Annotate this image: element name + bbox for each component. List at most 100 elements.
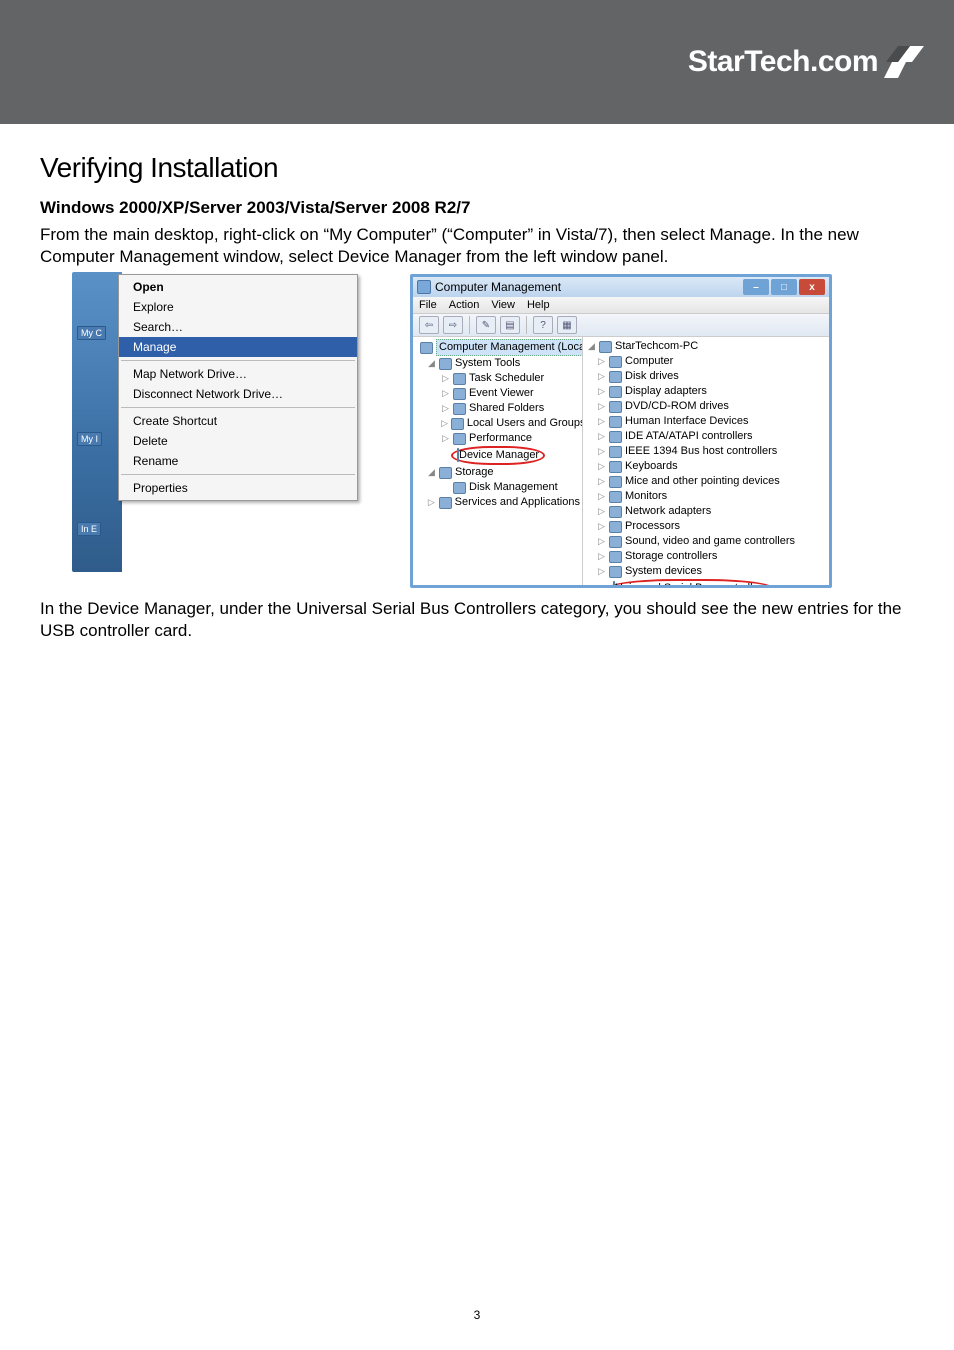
toolbar-button[interactable]: ▤ — [500, 316, 520, 334]
tree-node-icon — [609, 521, 622, 533]
close-button[interactable]: x — [799, 279, 825, 295]
toolbar-button[interactable]: ⇨ — [443, 316, 463, 334]
expand-icon[interactable]: ▷ — [597, 369, 606, 384]
context-menu-item[interactable]: Delete — [119, 431, 357, 451]
tree-node-icon — [439, 467, 452, 479]
right-tree: ◢StarTechcom-PC▷Computer▷Disk drives▷Dis… — [583, 337, 829, 585]
expand-icon[interactable]: ▷ — [441, 416, 448, 431]
logo: StarTech.com — [688, 45, 924, 79]
expand-icon[interactable]: ◢ — [587, 339, 596, 354]
expand-icon[interactable]: ▷ — [597, 564, 606, 579]
tree-row[interactable]: ▷ Sound, video and game controllers — [585, 534, 829, 549]
expand-icon[interactable]: ▷ — [597, 444, 606, 459]
tree-row[interactable]: ▷Services and Applications — [415, 495, 582, 510]
tree-node-label: Shared Folders — [469, 401, 544, 416]
tree-row[interactable]: ◢Storage — [415, 465, 582, 480]
context-menu-item[interactable]: Open — [119, 277, 357, 297]
menu-item[interactable]: File — [419, 299, 437, 311]
expand-icon[interactable]: ▷ — [597, 549, 606, 564]
minimize-button[interactable]: – — [743, 279, 769, 295]
context-menu-item[interactable]: Disconnect Network Drive… — [119, 384, 357, 404]
tree-node-icon — [451, 418, 464, 430]
tree-node-label: Performance — [469, 431, 532, 446]
tree-node-icon — [609, 491, 622, 503]
tree-node-icon — [599, 341, 612, 353]
expand-icon[interactable]: ▷ — [597, 414, 606, 429]
expand-icon[interactable]: ▷ — [441, 431, 450, 446]
expand-icon[interactable]: ▷ — [427, 495, 436, 510]
toolbar-button[interactable]: ✎ — [476, 316, 496, 334]
menu-item[interactable]: View — [491, 299, 515, 311]
context-menu-item[interactable]: Explore — [119, 297, 357, 317]
expand-icon[interactable]: ▷ — [597, 384, 606, 399]
context-menu-item[interactable]: Create Shortcut — [119, 411, 357, 431]
tree-node-label: Device Manager — [459, 449, 539, 461]
tree-node-icon — [609, 446, 622, 458]
highlight-ring: Universal Serial Bus controllers — [607, 579, 774, 585]
tree-row[interactable]: ▷Processors — [585, 519, 829, 534]
tree-row[interactable]: ▷Keyboards — [585, 459, 829, 474]
highlight-ring: Device Manager — [451, 446, 545, 465]
tree-row[interactable]: ▷IDE ATA/ATAPI controllers — [585, 429, 829, 444]
expand-icon[interactable]: ▷ — [597, 354, 606, 369]
maximize-button[interactable]: □ — [771, 279, 797, 295]
tree-row[interactable]: ▷Display adapters — [585, 384, 829, 399]
tree-row[interactable]: ▷System devices — [585, 564, 829, 579]
page-content: Verifying Installation Windows 2000/XP/S… — [0, 124, 954, 642]
expand-icon[interactable]: ▷ — [597, 429, 606, 444]
context-menu-item[interactable]: Rename — [119, 451, 357, 471]
tree-row[interactable]: ▷Local Users and Groups — [415, 416, 582, 431]
expand-icon[interactable]: ◢ — [427, 465, 436, 480]
tree-row[interactable]: ▷ Shared Folders — [415, 401, 582, 416]
expand-icon[interactable]: ▷ — [597, 519, 606, 534]
menu-item[interactable]: Help — [527, 299, 550, 311]
tree-row[interactable]: ▷DVD/CD-ROM drives — [585, 399, 829, 414]
tree-row[interactable]: ▷ Performance — [415, 431, 582, 446]
tree-node-label: Sound, video and game controllers — [625, 534, 795, 549]
expand-icon[interactable]: ◢ — [427, 356, 436, 371]
tree-row[interactable]: Device Manager — [415, 446, 582, 465]
expand-icon[interactable]: ▷ — [441, 371, 450, 386]
expand-icon[interactable]: ▷ — [597, 399, 606, 414]
menu-item[interactable]: Action — [449, 299, 480, 311]
expand-icon[interactable]: ▷ — [597, 474, 606, 489]
tree-row[interactable]: ▷Storage controllers — [585, 549, 829, 564]
tree-node-icon — [420, 342, 433, 354]
tree-row[interactable]: Computer Management (Local — [415, 339, 582, 356]
tree-node-icon — [609, 371, 622, 383]
tree-row[interactable]: ▷Mice and other pointing devices — [585, 474, 829, 489]
expand-icon[interactable]: ▷ — [441, 386, 450, 401]
tree-row[interactable]: ▷Disk drives — [585, 369, 829, 384]
tree-row[interactable]: ▷IEEE 1394 Bus host controllers — [585, 444, 829, 459]
tree-row[interactable]: ▷Monitors — [585, 489, 829, 504]
expand-icon[interactable]: ▷ — [597, 504, 606, 519]
context-menu-item[interactable]: Search… — [119, 317, 357, 337]
tree-row[interactable]: ▷Event Viewer — [415, 386, 582, 401]
tree-row[interactable]: ▷ Universal Serial Bus controllers — [585, 579, 829, 585]
tree-node-icon — [453, 403, 466, 415]
expand-icon[interactable]: ▷ — [597, 459, 606, 474]
expand-icon[interactable]: ▷ — [597, 489, 606, 504]
context-menu-item[interactable]: Properties — [119, 478, 357, 498]
tree-row[interactable]: ◢StarTechcom-PC — [585, 339, 829, 354]
toolbar-button[interactable]: ⇦ — [419, 316, 439, 334]
tree-row[interactable]: Disk Management — [415, 480, 582, 495]
desktop-icon-my-computer: My C — [77, 326, 106, 340]
expand-icon[interactable]: ▷ — [597, 581, 606, 585]
intro-text: From the main desktop, right-click on “M… — [40, 224, 914, 268]
tree-row[interactable]: ▷Computer — [585, 354, 829, 369]
expand-icon[interactable]: ▷ — [441, 401, 450, 416]
tree-node-label: Task Scheduler — [469, 371, 544, 386]
context-menu-item[interactable]: Map Network Drive… — [119, 364, 357, 384]
expand-icon[interactable]: ▷ — [597, 534, 606, 549]
toolbar-button[interactable]: ▦ — [557, 316, 577, 334]
toolbar-button[interactable]: ? — [533, 316, 553, 334]
computer-management-window: Computer Management – □ x FileActionView… — [410, 274, 832, 588]
tree-row[interactable]: ▷Human Interface Devices — [585, 414, 829, 429]
tree-row[interactable]: ▷ Task Scheduler — [415, 371, 582, 386]
tree-row[interactable]: ▷Network adapters — [585, 504, 829, 519]
tree-row[interactable]: ◢System Tools — [415, 356, 582, 371]
menubar: File Action View Help — [413, 297, 829, 314]
page-number: 3 — [0, 1308, 954, 1322]
context-menu-item[interactable]: Manage — [119, 337, 357, 357]
